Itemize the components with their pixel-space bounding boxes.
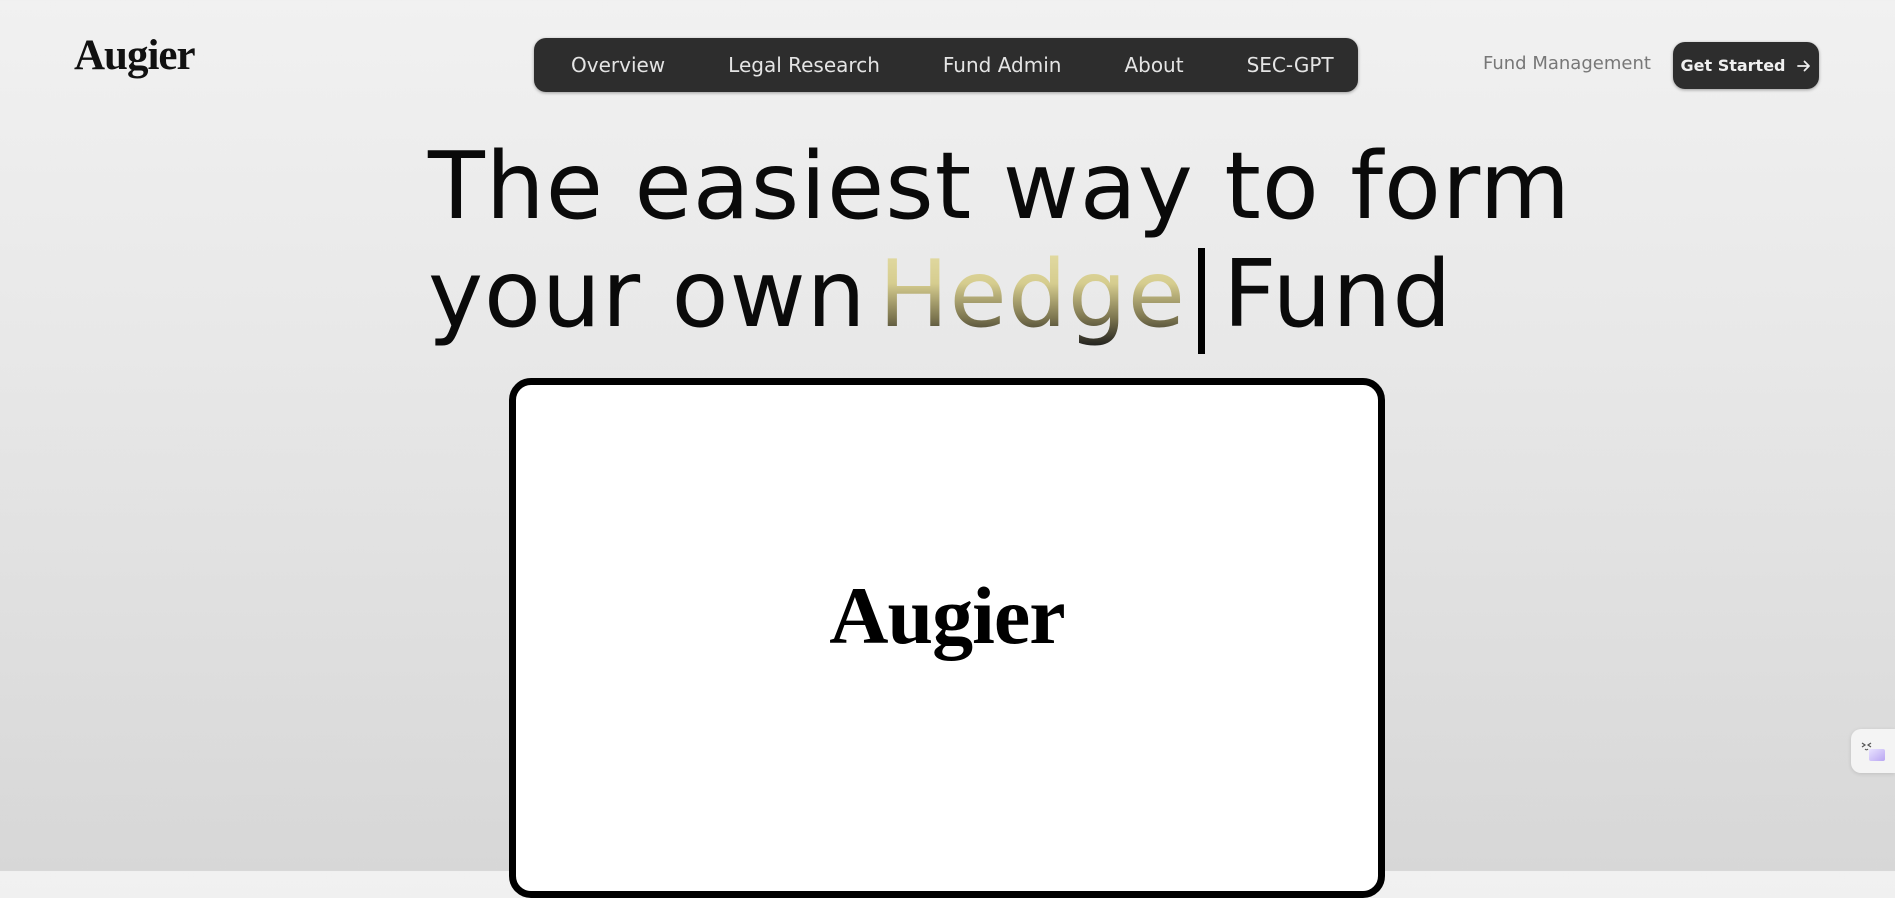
- nav-item-fund-admin[interactable]: Fund Admin: [943, 53, 1062, 77]
- preview-card: Augier: [509, 378, 1385, 898]
- card-logo: Augier: [829, 570, 1065, 661]
- typing-cursor: [1198, 248, 1206, 354]
- brand-logo[interactable]: Augier: [74, 34, 196, 77]
- hero-highlight-word: Hedge: [878, 240, 1187, 348]
- get-started-button[interactable]: Get Started: [1673, 42, 1819, 89]
- get-started-label: Get Started: [1680, 56, 1786, 75]
- hero-line-2-prefix: your own: [428, 240, 867, 348]
- hero-line-2-suffix: Fund: [1223, 240, 1453, 348]
- hero-line-2: your own Hedge Fund: [428, 240, 1528, 354]
- main-nav: Overview Legal Research Fund Admin About…: [534, 38, 1358, 92]
- hero-headline: The easiest way to form your own Hedge Fun…: [428, 132, 1572, 354]
- chat-widget-button[interactable]: [1851, 729, 1895, 773]
- nav-item-overview[interactable]: Overview: [571, 53, 665, 77]
- chat-face-icon: [1859, 739, 1887, 763]
- nav-item-legal-research[interactable]: Legal Research: [728, 53, 880, 77]
- arrow-right-icon: [1796, 58, 1812, 74]
- nav-item-about[interactable]: About: [1124, 53, 1183, 77]
- nav-item-sec-gpt[interactable]: SEC-GPT: [1247, 53, 1334, 77]
- fund-management-link[interactable]: Fund Management: [1483, 53, 1651, 74]
- hero-line-1: The easiest way to form: [428, 132, 1572, 240]
